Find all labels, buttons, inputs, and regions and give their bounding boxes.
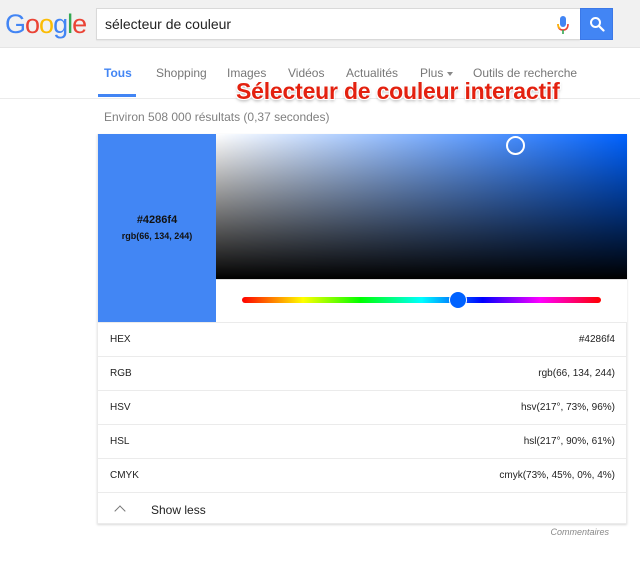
row-value[interactable]: hsl(217°, 90%, 61%) — [524, 436, 615, 447]
annotation-title: Sélecteur de couleur interactif — [236, 78, 560, 104]
swatch-hex-value: #4286f4 — [136, 214, 178, 226]
logo-letter: e — [72, 9, 87, 39]
header: Google — [0, 0, 640, 48]
row-label: HEX — [110, 334, 131, 345]
logo-letter: G — [5, 9, 26, 39]
microphone-icon[interactable] — [556, 15, 570, 35]
hue-slider-thumb[interactable] — [449, 291, 468, 309]
table-row: HSL hsl(217°, 90%, 61%) — [98, 424, 627, 458]
search-input[interactable] — [105, 9, 545, 39]
logo-letter: o — [39, 9, 54, 39]
swatch-rgb-value: rgb(66, 134, 244) — [121, 231, 193, 241]
caret-down-icon — [447, 71, 454, 76]
table-row: RGB rgb(66, 134, 244) — [98, 356, 627, 390]
hue-slider-track[interactable] — [242, 297, 601, 303]
logo-letter: o — [25, 9, 40, 39]
row-value[interactable]: #4286f4 — [579, 334, 615, 345]
result-stats: Environ 508 000 résultats (0,37 secondes… — [104, 110, 330, 124]
row-label: RGB — [110, 368, 132, 379]
show-less-label: Show less — [151, 503, 206, 517]
row-value[interactable]: rgb(66, 134, 244) — [538, 368, 615, 379]
row-value[interactable]: cmyk(73%, 45%, 0%, 4%) — [499, 470, 615, 481]
tab-tous[interactable]: Tous — [104, 66, 132, 80]
feedback-link[interactable]: Commentaires — [550, 527, 609, 537]
search-icon — [590, 17, 605, 32]
logo-letter: g — [53, 9, 68, 39]
search-box — [96, 8, 580, 40]
google-logo[interactable]: Google — [5, 9, 87, 40]
chevron-up-icon — [114, 505, 126, 517]
row-label: HSV — [110, 402, 131, 413]
active-tab-indicator — [98, 94, 136, 97]
row-label: CMYK — [110, 470, 139, 481]
color-values-table: HEX #4286f4 RGB rgb(66, 134, 244) HSV hs… — [98, 322, 627, 525]
color-swatch: #4286f4 rgb(66, 134, 244) — [98, 134, 216, 322]
saturation-value-area[interactable] — [216, 134, 627, 279]
table-row: HSV hsv(217°, 73%, 96%) — [98, 390, 627, 424]
search-button[interactable] — [580, 8, 613, 40]
color-picker-card: #4286f4 rgb(66, 134, 244) HEX #4286f4 RG… — [97, 134, 627, 524]
page: Google Tous Shopping Images Vidéos — [0, 0, 640, 561]
table-row: CMYK cmyk(73%, 45%, 0%, 4%) — [98, 458, 627, 492]
row-label: HSL — [110, 436, 130, 447]
saturation-value-handle[interactable] — [506, 135, 526, 155]
row-value[interactable]: hsv(217°, 73%, 96%) — [521, 402, 615, 413]
tab-shopping[interactable]: Shopping — [156, 66, 207, 80]
hue-slider-area — [216, 279, 627, 322]
show-less-button[interactable]: Show less — [98, 492, 627, 525]
table-row: HEX #4286f4 — [98, 322, 627, 356]
